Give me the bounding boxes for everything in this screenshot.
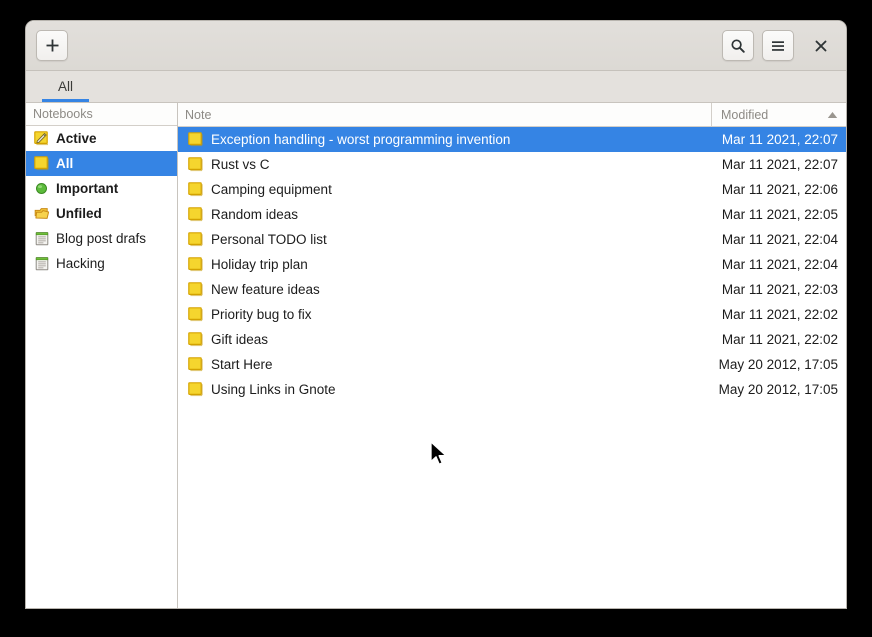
window-header-bar — [26, 21, 846, 71]
close-icon — [814, 39, 828, 53]
note-modified-date: Mar 11 2021, 22:06 — [704, 182, 846, 197]
column-header-modified-label: Modified — [721, 108, 768, 122]
note-icon — [178, 357, 206, 372]
note-icon — [178, 207, 206, 222]
note-row[interactable]: New feature ideasMar 11 2021, 22:03 — [178, 277, 846, 302]
notebooks-list[interactable]: Active All Important Unfiled Blog post drafs… — [26, 126, 177, 608]
note-row[interactable]: Personal TODO listMar 11 2021, 22:04 — [178, 227, 846, 252]
note-modified-date: Mar 11 2021, 22:02 — [704, 332, 846, 347]
note-title: Random ideas — [206, 207, 704, 222]
notebooks-column-header[interactable]: Notebooks — [26, 103, 177, 126]
note-icon — [178, 232, 206, 247]
note-modified-date: May 20 2012, 17:05 — [704, 357, 846, 372]
notebooks-column-header-label: Notebooks — [33, 107, 93, 121]
tab-strip: All — [26, 71, 846, 103]
note-modified-date: Mar 11 2021, 22:07 — [704, 157, 846, 172]
note-icon — [178, 132, 206, 147]
note-modified-date: Mar 11 2021, 22:04 — [704, 257, 846, 272]
sidebar-item-label: All — [56, 156, 73, 171]
note-row[interactable]: Rust vs CMar 11 2021, 22:07 — [178, 152, 846, 177]
note-row[interactable]: Using Links in GnoteMay 20 2012, 17:05 — [178, 377, 846, 402]
notebooks-sidebar: Notebooks Active All Important Unfiled Blog … — [26, 103, 178, 608]
note-row[interactable]: Exception handling - worst programming i… — [178, 127, 846, 152]
sidebar-item-label: Hacking — [56, 256, 105, 271]
tab-all[interactable]: All — [38, 71, 93, 102]
plus-icon — [45, 38, 60, 53]
note-list-column-headers: Note Modified — [178, 103, 846, 127]
gnote-main-window: All Notebooks Active All Important Unfiled B… — [26, 21, 846, 608]
sidebar-item-unfiled[interactable]: Unfiled — [26, 201, 177, 226]
note-title: Start Here — [206, 357, 704, 372]
hamburger-menu-icon — [770, 38, 786, 54]
header-right-group — [722, 30, 836, 61]
sidebar-item-label: Unfiled — [56, 206, 102, 221]
note-row[interactable]: Gift ideasMar 11 2021, 22:02 — [178, 327, 846, 352]
tab-label: All — [58, 79, 73, 94]
note-title: Using Links in Gnote — [206, 382, 704, 397]
note-modified-date: Mar 11 2021, 22:02 — [704, 307, 846, 322]
note-icon — [178, 157, 206, 172]
green-dot-icon — [33, 182, 50, 195]
note-icon — [178, 182, 206, 197]
sidebar-item-label: Blog post drafs — [56, 231, 146, 246]
search-icon — [730, 38, 746, 54]
note-title: Gift ideas — [206, 332, 704, 347]
notepad-icon — [33, 256, 50, 271]
sidebar-item-label: Important — [56, 181, 118, 196]
triangle-up-icon — [827, 111, 838, 119]
note-title: Camping equipment — [206, 182, 704, 197]
note-modified-date: May 20 2012, 17:05 — [704, 382, 846, 397]
note-icon — [178, 332, 206, 347]
note-row[interactable]: Random ideasMar 11 2021, 22:05 — [178, 202, 846, 227]
note-row[interactable]: Start HereMay 20 2012, 17:05 — [178, 352, 846, 377]
new-note-button[interactable] — [36, 30, 68, 61]
sidebar-item-active[interactable]: Active — [26, 126, 177, 151]
sidebar-item-important[interactable]: Important — [26, 176, 177, 201]
note-row[interactable]: Holiday trip planMar 11 2021, 22:04 — [178, 252, 846, 277]
note-modified-date: Mar 11 2021, 22:07 — [704, 132, 846, 147]
main-menu-button[interactable] — [762, 30, 794, 61]
note-icon — [178, 282, 206, 297]
sidebar-item-label: Active — [56, 131, 97, 146]
note-icon — [178, 257, 206, 272]
close-window-button[interactable] — [808, 33, 834, 59]
note-title: Personal TODO list — [206, 232, 704, 247]
note-title: Rust vs C — [206, 157, 704, 172]
note-title: Holiday trip plan — [206, 257, 704, 272]
notepad-icon — [33, 231, 50, 246]
note-rows-container[interactable]: Exception handling - worst programming i… — [178, 127, 846, 608]
column-header-note[interactable]: Note — [178, 103, 712, 126]
note-with-pencil-icon — [33, 131, 50, 146]
header-left-group — [36, 30, 68, 61]
note-icon — [33, 156, 50, 171]
note-title: New feature ideas — [206, 282, 704, 297]
note-title: Priority bug to fix — [206, 307, 704, 322]
column-header-modified[interactable]: Modified — [712, 103, 846, 126]
search-button[interactable] — [722, 30, 754, 61]
note-row[interactable]: Priority bug to fixMar 11 2021, 22:02 — [178, 302, 846, 327]
column-header-note-label: Note — [185, 108, 211, 122]
note-icon — [178, 307, 206, 322]
sidebar-item-all[interactable]: All — [26, 151, 177, 176]
note-modified-date: Mar 11 2021, 22:05 — [704, 207, 846, 222]
sidebar-item-hacking[interactable]: Hacking — [26, 251, 177, 276]
window-body: Notebooks Active All Important Unfiled Blog … — [26, 103, 846, 608]
note-title: Exception handling - worst programming i… — [206, 132, 704, 147]
note-icon — [178, 382, 206, 397]
note-modified-date: Mar 11 2021, 22:04 — [704, 232, 846, 247]
sidebar-item-blog-post-drafs[interactable]: Blog post drafs — [26, 226, 177, 251]
note-list-pane: Note Modified Exception handling - worst… — [178, 103, 846, 608]
folder-stack-icon — [33, 206, 50, 221]
note-row[interactable]: Camping equipmentMar 11 2021, 22:06 — [178, 177, 846, 202]
note-modified-date: Mar 11 2021, 22:03 — [704, 282, 846, 297]
